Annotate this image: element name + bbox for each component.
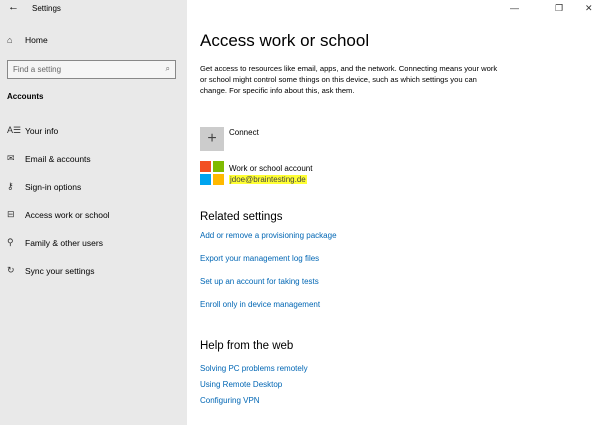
logo-yellow <box>213 174 224 185</box>
sidebar: ← Settings ⌂ Home Find a setting ⌕ Account… <box>0 0 187 425</box>
link-provisioning-package[interactable]: Add or remove a provisioning package <box>200 231 337 240</box>
page-description: Get access to resources like email, apps… <box>200 64 498 95</box>
nav-label: Your info <box>25 125 59 136</box>
link-taking-tests[interactable]: Set up an account for taking tests <box>200 277 319 286</box>
envelope-icon: ✉ <box>7 153 15 163</box>
account-type[interactable]: Work or school account <box>229 164 312 173</box>
link-enroll-device[interactable]: Enroll only in device management <box>200 300 320 309</box>
key-icon: ⚷ <box>7 181 14 191</box>
sync-icon: ↻ <box>7 265 15 275</box>
person-add-icon: ⚲ <box>7 237 14 247</box>
nav-label: Sync your settings <box>25 265 95 276</box>
sidebar-item-sign-in[interactable]: ⚷ Sign-in options <box>7 181 81 192</box>
connect-button[interactable]: + <box>200 127 224 151</box>
back-arrow-icon[interactable]: ← <box>8 1 19 13</box>
page-title: Access work or school <box>200 31 370 50</box>
help-web-heading: Help from the web <box>200 340 294 352</box>
sidebar-item-your-info[interactable]: A☰ Your info <box>7 125 58 136</box>
minimize-button[interactable]: — <box>510 3 519 13</box>
link-solving-pc[interactable]: Solving PC problems remotely <box>200 364 308 373</box>
window-title: Settings <box>32 4 61 13</box>
sidebar-item-home[interactable]: ⌂ Home <box>7 35 48 45</box>
nav-label: Email & accounts <box>25 153 91 164</box>
home-label: Home <box>25 35 48 45</box>
search-placeholder: Find a setting <box>13 65 62 74</box>
sidebar-item-family[interactable]: ⚲ Family & other users <box>7 237 103 248</box>
link-configuring-vpn[interactable]: Configuring VPN <box>200 396 260 405</box>
section-heading: Accounts <box>7 92 44 101</box>
connect-label[interactable]: Connect <box>229 128 259 137</box>
sidebar-item-sync[interactable]: ↻ Sync your settings <box>7 265 94 276</box>
microsoft-logo-icon <box>200 161 224 185</box>
link-export-logs[interactable]: Export your management log files <box>200 254 319 263</box>
nav-label: Access work or school <box>25 209 110 220</box>
related-settings-heading: Related settings <box>200 211 283 223</box>
sidebar-item-access-work[interactable]: ⊟ Access work or school <box>7 209 110 220</box>
logo-green <box>213 161 224 172</box>
home-icon: ⌂ <box>7 35 13 45</box>
logo-red <box>200 161 211 172</box>
search-icon: ⌕ <box>165 64 170 73</box>
person-lines-icon: A☰ <box>7 125 22 135</box>
logo-blue <box>200 174 211 185</box>
nav-label: Sign-in options <box>25 181 82 192</box>
restore-button[interactable]: ❐ <box>555 3 563 14</box>
search-input[interactable]: Find a setting ⌕ <box>7 60 176 79</box>
link-remote-desktop[interactable]: Using Remote Desktop <box>200 380 282 389</box>
sidebar-item-email[interactable]: ✉ Email & accounts <box>7 153 91 164</box>
briefcase-icon: ⊟ <box>7 209 15 219</box>
plus-icon: + <box>207 130 217 147</box>
nav-label: Family & other users <box>25 237 103 248</box>
close-button[interactable]: ✕ <box>585 3 593 14</box>
account-email: jdoe@braintesting.de <box>229 175 307 184</box>
